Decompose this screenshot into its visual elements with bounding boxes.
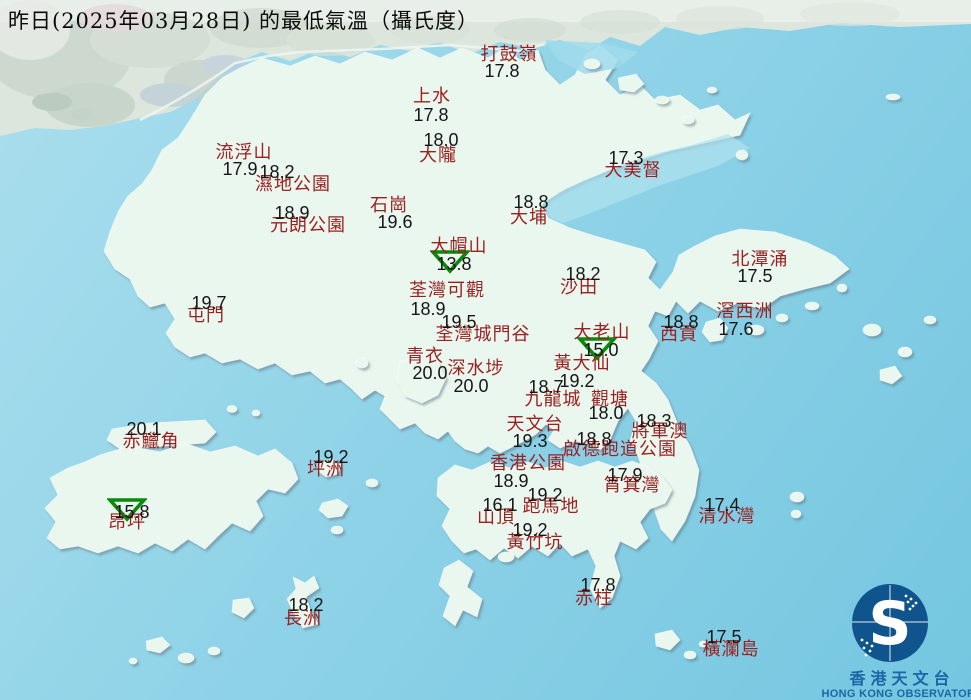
station-temp: 18.8 <box>513 192 549 212</box>
station-temp: 18.0 <box>588 403 624 423</box>
station-temp: 17.9 <box>607 465 643 485</box>
hko-logo-english: HONG KONG OBSERVATORY <box>822 688 971 700</box>
station-temp: 15.8 <box>114 502 150 522</box>
hko-logo-chinese: 香港天文台 <box>848 669 954 688</box>
station-name: 上水 <box>413 86 451 107</box>
station-temp: 17.8 <box>413 105 449 125</box>
station-temp: 17.9 <box>222 159 258 179</box>
station-temp: 17.4 <box>704 495 740 515</box>
ma-wan-island <box>355 357 369 369</box>
deep-bay-islet <box>32 93 72 111</box>
station-temp: 17.3 <box>608 148 644 168</box>
station-temp: 18.9 <box>493 471 529 491</box>
station-temp: 19.2 <box>527 485 563 505</box>
station-temp: 17.5 <box>737 266 773 286</box>
station-temp: 17.8 <box>484 61 520 81</box>
deep-bay-islet <box>72 108 92 120</box>
station-temp: 13.8 <box>436 254 472 274</box>
station-temp: 18.7 <box>528 377 564 397</box>
station-name: 荃灣可觀 <box>409 280 485 301</box>
hko-logo: S 香港天文台 HONG KONG OBSERVATORY <box>822 584 971 700</box>
station-temp: 19.6 <box>377 212 413 232</box>
station-temp: 18.2 <box>259 162 295 182</box>
page-title: 昨日(2025年03月28日) 的最低氣溫（攝氏度） <box>8 9 479 33</box>
weather-map-screenshot: 昨日(2025年03月28日) 的最低氣溫（攝氏度） 17.8 打鼓嶺 17.8 上水… <box>0 0 971 700</box>
station-temp: 17.5 <box>706 627 742 647</box>
station-temp: 15.0 <box>583 340 619 360</box>
station-temp: 19.3 <box>512 431 548 451</box>
station-temp: 18.9 <box>274 203 310 223</box>
station-temp: 18.2 <box>288 595 324 615</box>
station-temp: 19.2 <box>559 371 595 391</box>
mirs-bay-islet <box>583 58 601 70</box>
station-temp: 18.9 <box>410 299 446 319</box>
station-temp: 19.2 <box>512 520 548 540</box>
station-temp: 19.2 <box>313 447 349 467</box>
station-temp: 18.3 <box>636 411 672 431</box>
station-temp: 18.2 <box>565 264 601 284</box>
station-temp: 20.1 <box>126 419 162 439</box>
station-temp: 18.8 <box>576 429 612 449</box>
station-temp: 20.0 <box>453 376 489 396</box>
station-temp: 17.6 <box>718 319 754 339</box>
station-temp: 18.8 <box>663 312 699 332</box>
station-temp: 20.0 <box>412 363 448 383</box>
station-temp: 19.5 <box>441 312 477 332</box>
station-temp: 17.8 <box>580 575 616 595</box>
hko-logo-s-swirl: S <box>868 589 911 659</box>
station-temp: 18.0 <box>423 130 459 150</box>
station-temp: 16.1 <box>482 495 518 515</box>
station-temp: 19.7 <box>191 293 227 313</box>
